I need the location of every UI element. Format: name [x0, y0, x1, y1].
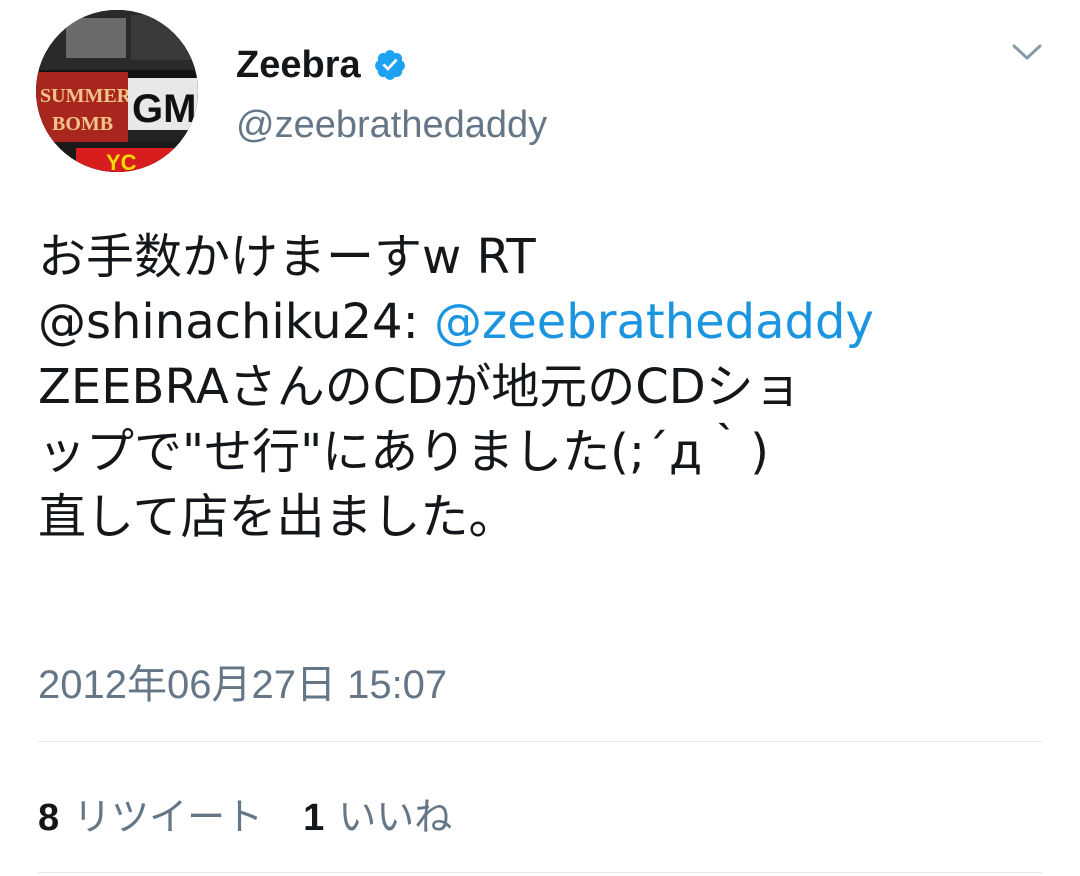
tweet-timestamp[interactable]: 2012年06月27日 15:07 — [38, 652, 447, 710]
name-row: Zeebra — [236, 40, 547, 90]
tweet-text-segment: お手数かけまーすw RT — [38, 229, 536, 285]
divider — [38, 872, 1042, 873]
tweet-text-line: ップで"せ行"にありました(;´д｀) — [38, 420, 1048, 485]
tweet-text-segment: ZEEBRAさんのCDが地元のCDショ — [38, 359, 802, 415]
tweet-card: SUMMER BOMB GM YC Zeebra @zeebrathedaddy — [0, 0, 1080, 876]
tweet-text-line: ZEEBRAさんのCDが地元のCDショ — [38, 355, 1048, 420]
like-count: 1 — [303, 797, 325, 839]
retweet-label: リツイート — [73, 797, 264, 839]
chevron-down-icon — [1012, 44, 1042, 60]
svg-text:YC: YC — [106, 150, 137, 172]
svg-text:SUMMER: SUMMER — [40, 85, 132, 107]
tweet-text-line: @shinachiku24: @zeebrathedaddy — [38, 290, 1048, 355]
more-options-button[interactable] — [1012, 40, 1042, 64]
divider — [38, 741, 1042, 742]
like-stat[interactable]: 1 いいね — [303, 786, 452, 841]
avatar[interactable]: SUMMER BOMB GM YC — [36, 10, 198, 172]
like-label: いいね — [338, 797, 453, 839]
retweet-stat[interactable]: 8 リツイート — [38, 786, 263, 841]
tweet-text: お手数かけまーすw RT @shinachiku24: @zeebrathedad… — [38, 225, 1048, 550]
mention-link[interactable]: @zeebrathedaddy — [434, 294, 874, 350]
tweet-text-segment: @shinachiku24: — [38, 294, 434, 350]
tweet-text-segment: 直して店を出ました。 — [38, 489, 517, 545]
author-block: Zeebra @zeebrathedaddy — [236, 40, 547, 147]
retweet-count: 8 — [38, 797, 60, 839]
tweet-text-segment: ップで"せ行"にありました(;´д｀) — [38, 424, 769, 480]
user-handle[interactable]: @zeebrathedaddy — [236, 104, 547, 147]
display-name[interactable]: Zeebra — [236, 44, 361, 87]
svg-text:BOMB: BOMB — [52, 113, 113, 135]
svg-text:GM: GM — [132, 87, 196, 131]
avatar-image: SUMMER BOMB GM YC — [36, 10, 198, 172]
tweet-text-line: お手数かけまーすw RT — [38, 225, 1048, 290]
verified-badge-icon — [373, 48, 407, 82]
tweet-text-line: 直して店を出ました。 — [38, 485, 1048, 550]
tweet-stats: 8 リツイート 1 いいね — [38, 786, 492, 841]
